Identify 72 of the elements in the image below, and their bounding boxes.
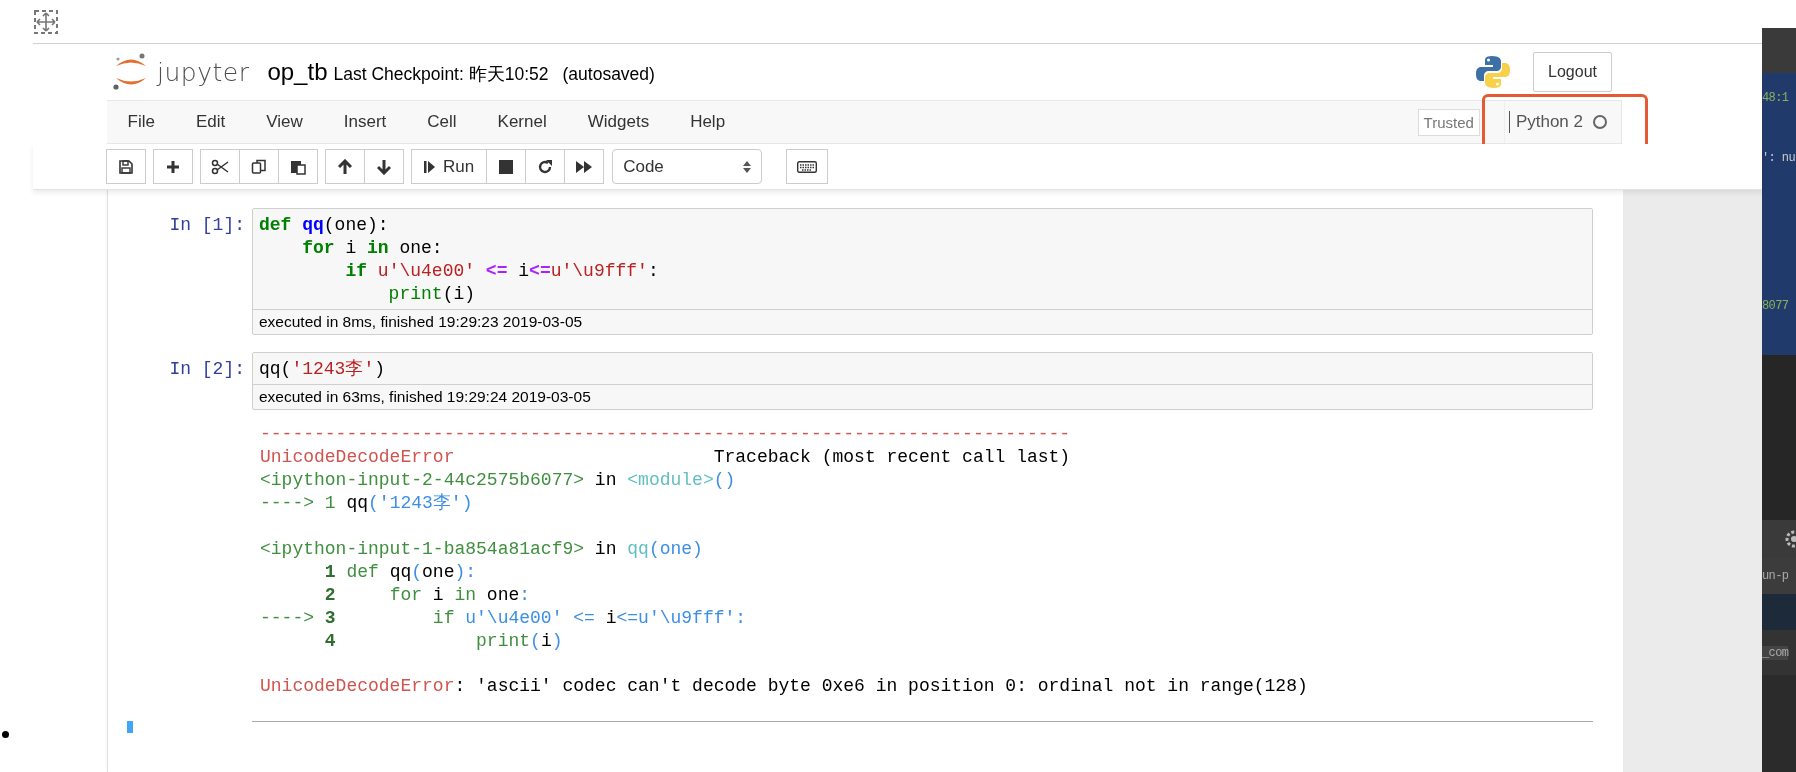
logout-button[interactable]: Logout [1533,52,1612,92]
move-up-button[interactable] [325,149,365,184]
trusted-badge[interactable]: Trusted [1417,108,1480,136]
cut-button[interactable] [200,149,240,184]
copy-icon [251,158,267,175]
menu-item[interactable]: Help [669,112,746,132]
add-cell-button[interactable] [153,149,193,184]
code-line: for i in one: [301,237,444,260]
title-bar [1762,28,1796,73]
cell-type-select[interactable]: Code [612,149,763,184]
selection-strip [1762,594,1796,630]
code-line: if u'\u4e00' <= i<=u'\u9fff': [344,260,660,283]
code-line: qq('1243李') [259,358,387,381]
python-logo-icon [1475,54,1512,90]
code-line: print(i) [387,283,477,306]
keyboard-icon [797,160,818,173]
menu-item[interactable]: View [245,112,324,132]
paste-button[interactable] [278,149,318,184]
menu-item[interactable]: Widgets [567,112,670,132]
code-input[interactable]: def qq(one): for i in one: if u'\u4e00' <= i<=u'\u9fff': print(i) executed in 8ms, finished 19:29:23 2019-03-05 [252,208,1593,335]
code-input[interactable]: qq('1243李') executed in 63ms, finished 19:29:24 2019-03-05 [252,352,1593,410]
editor-text: _com [1762,645,1789,660]
menu-item[interactable]: Cell [406,112,478,132]
stop-button[interactable] [486,149,527,184]
fast-forward-icon [575,159,594,174]
menu-item[interactable]: File [107,112,176,132]
copy-button[interactable] [239,149,279,184]
clipboard-icon [290,158,306,175]
move-down-button[interactable] [364,149,404,184]
cell-prompt: In [1]: [168,214,246,237]
restart-button[interactable] [525,149,566,184]
traceback-line: UnicodeDecodeError: 'ascii' codec can't decode byte 0xe6 in position 0: ordinal not in range(128) [260,675,1309,699]
plus-icon [166,159,180,174]
traceback-line: <ipython-input-1-ba854a81acf9> in qq(one) [260,537,704,561]
selected-cell-marker [127,720,133,733]
bullet-dot [2,731,9,738]
traceback-line: <ipython-input-2-44c2575b6077> in <module>() [260,469,737,492]
arrow-up-icon [338,158,352,175]
traceback-line: UnicodeDecodeError Traceback (most recent call last) [260,446,1072,469]
fast-forward-button[interactable] [564,149,605,184]
restart-icon [537,158,554,175]
crosshair-icon[interactable] [33,8,59,35]
updown-caret-icon [743,159,752,174]
traceback-line: ----> 3 if u'\u4e00' <= i<=u'\u9fff': [260,606,748,630]
traceback-line: 1 def qq(one): [323,560,478,584]
traceback-line: --------------------------------------------------------------------------- [260,423,1072,446]
arrow-down-icon [377,158,391,175]
code-line: def qq(one): [259,214,390,237]
editor-text: ': nu [1762,151,1795,165]
cell-prompt: In [2]: [168,358,246,381]
keyboard-button[interactable] [786,149,829,184]
kernel-indicator[interactable]: Python 2 [1503,101,1621,143]
menu-item[interactable]: Kernel [477,112,568,132]
editor-text: 48:1 [1762,91,1789,105]
run-button[interactable]: Run [411,149,488,184]
menu-item[interactable]: Edit [175,112,246,132]
stop-icon [499,159,514,174]
editor-text: un-p [1762,569,1789,583]
editor-text: 8077 [1762,299,1789,313]
checkpoint-text: Last Checkpoint: 昨天10:52 [333,63,549,86]
execution-info: executed in 8ms, finished 19:29:23 2019-03-05 [253,309,1592,334]
traceback-line: 4 print(i) [323,629,564,653]
traceback-line: ----> 1 qq('1243李') [260,492,474,515]
scissors-icon [211,158,229,175]
traceback-line: 2 for i in one: [323,583,532,607]
logo-text[interactable]: jupyter [157,57,250,87]
notebook-name[interactable]: op_tb [267,58,328,86]
execution-info: executed in 63ms, finished 19:29:24 2019-03-05 [253,384,1592,409]
save-status: (autosaved) [562,62,655,85]
save-button[interactable] [106,149,146,184]
step-forward-icon [424,159,436,174]
menu-item[interactable]: Insert [323,112,407,132]
